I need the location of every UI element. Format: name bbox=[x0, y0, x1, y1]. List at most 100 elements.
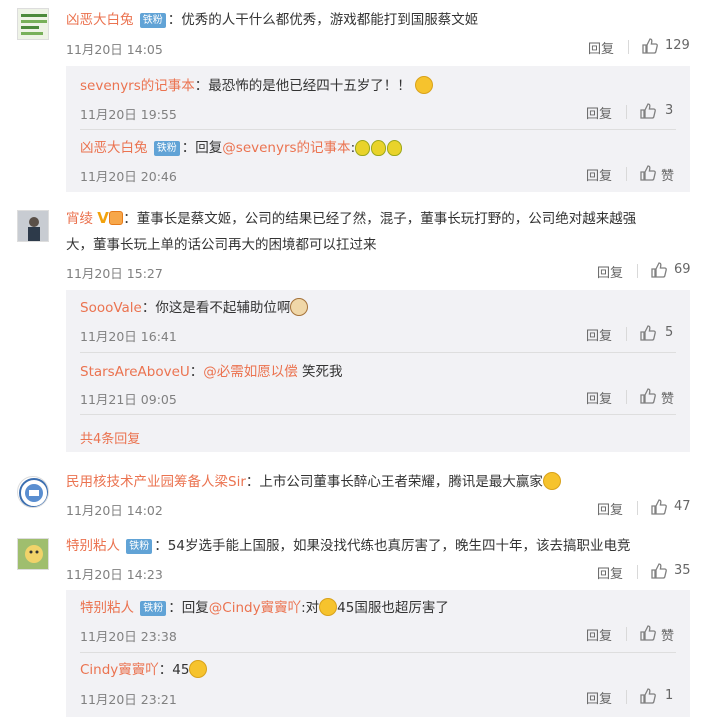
mention-link[interactable]: @sevenyrs的记事本 bbox=[222, 140, 350, 156]
reply-button[interactable]: 回复 bbox=[597, 499, 623, 518]
reply-button[interactable]: 回复 bbox=[586, 103, 612, 122]
reply-divider bbox=[80, 652, 676, 653]
reply-text-line: sevenyrs的记事本：最恐怖的是他已经四十五岁了！！ bbox=[80, 76, 434, 96]
like-count: 69 bbox=[674, 262, 691, 277]
reply-text: 最恐怖的是他已经四十五岁了！！ bbox=[208, 78, 411, 94]
mention-link[interactable]: @Cindy竇竇吖 bbox=[209, 600, 301, 616]
reply-text-line: StarsAreAboveU：@必需如愿以偿 笑死我 bbox=[80, 364, 343, 380]
username[interactable]: sevenyrs的记事本 bbox=[80, 78, 195, 94]
username[interactable]: 宵绫 bbox=[66, 211, 93, 227]
divider bbox=[637, 565, 638, 579]
avatar[interactable] bbox=[17, 8, 49, 40]
reply-button[interactable]: 回复 bbox=[586, 688, 612, 707]
dog-emoji-icon bbox=[290, 298, 309, 316]
username[interactable]: 凶恶大白兔 bbox=[80, 140, 148, 156]
username[interactable]: Cindy竇竇吖 bbox=[80, 662, 159, 678]
divider bbox=[626, 627, 627, 641]
timestamp: 11月20日 14:02 bbox=[66, 503, 163, 518]
comment-text-line: 凶恶大白兔 铁粉 ：优秀的人干什么都优秀，游戏都能打到国服蔡文姬 bbox=[66, 10, 478, 30]
reply-button[interactable]: 回复 bbox=[588, 38, 614, 57]
like-count: 3 bbox=[665, 103, 674, 118]
like-count: 129 bbox=[665, 38, 690, 53]
reply-box: SoooVale：你这是看不起辅助位啊 11月20日 16:41 回复 5 St… bbox=[66, 290, 690, 452]
avatar[interactable] bbox=[17, 210, 49, 242]
mention-link[interactable]: @必需如愿以偿 bbox=[203, 364, 298, 380]
lemon-emoji-icon bbox=[371, 140, 387, 156]
verified-v-icon: V bbox=[97, 209, 109, 227]
timestamp: 11月20日 19:55 bbox=[80, 107, 177, 122]
thumb-up-icon[interactable] bbox=[639, 687, 657, 705]
reply-text-line: 特别粘人 铁粉 ：回复@Cindy竇竇吖:对 45国服也超厉害了 bbox=[80, 598, 449, 616]
like-label: 赞 bbox=[661, 629, 675, 644]
avatar[interactable] bbox=[17, 538, 49, 570]
lemon-emoji-icon bbox=[387, 140, 403, 156]
reply-button[interactable]: 回复 bbox=[586, 165, 612, 184]
comment-text: 54岁选手能上国服，如果没找代练也真厉害了，晚生四十年，该去搞职业电竞 bbox=[167, 538, 631, 554]
reply-divider bbox=[80, 352, 676, 353]
like-count: 5 bbox=[665, 325, 674, 340]
timestamp: 11月20日 16:41 bbox=[80, 329, 177, 344]
reply-divider bbox=[80, 414, 676, 415]
reply-button[interactable]: 回复 bbox=[586, 325, 612, 344]
avatar[interactable] bbox=[17, 476, 49, 508]
thumb-up-icon[interactable] bbox=[641, 37, 659, 55]
comment-text-line: 特别粘人 铁粉 ：54岁选手能上国服，如果没找代练也真厉害了，晚生四十年，该去搞职… bbox=[66, 538, 631, 554]
reply-button[interactable]: 回复 bbox=[586, 388, 612, 407]
member-badge-icon bbox=[109, 211, 124, 225]
fan-badge: 铁粉 bbox=[139, 13, 166, 28]
fan-badge: 铁粉 bbox=[153, 141, 180, 156]
reply-button[interactable]: 回复 bbox=[586, 625, 612, 644]
reply-text-line: Cindy竇竇吖：45 bbox=[80, 660, 208, 680]
comment-text-line: 宵绫 V ：董事长是蔡文姬，公司的结果已经了然，混子，董事长玩打野的，公司绝对越来… bbox=[66, 209, 637, 227]
like-label: 赞 bbox=[661, 392, 675, 407]
laughing-emoji-icon bbox=[189, 660, 208, 678]
reply-button[interactable]: 回复 bbox=[597, 262, 623, 281]
thumb-up-icon[interactable] bbox=[650, 498, 668, 516]
like-count: 47 bbox=[674, 499, 691, 514]
thumb-up-icon[interactable] bbox=[639, 387, 657, 405]
reply-divider bbox=[80, 129, 676, 130]
thumb-up-icon[interactable] bbox=[639, 164, 657, 182]
shocked-emoji-icon bbox=[319, 598, 338, 616]
lemon-emoji-icon bbox=[355, 140, 371, 156]
thumb-up-icon[interactable] bbox=[639, 624, 657, 642]
reply-button[interactable]: 回复 bbox=[597, 563, 623, 582]
thumb-up-icon[interactable] bbox=[639, 324, 657, 342]
comment-text: 上市公司董事长醉心王者荣耀，腾讯是最大赢家 bbox=[259, 474, 543, 490]
like-count: 35 bbox=[674, 563, 691, 578]
comment-text: 董事长是蔡文姬，公司的结果已经了然，混子，董事长玩打野的，公司绝对越来越强 bbox=[136, 211, 637, 227]
laughing-emoji-icon bbox=[415, 76, 434, 94]
timestamp: 11月20日 14:23 bbox=[66, 567, 163, 582]
divider bbox=[637, 501, 638, 515]
comment-text-line-2: 大，董事长玩上单的话公司再大的困境都可以扛过来 bbox=[66, 237, 377, 253]
timestamp: 11月20日 23:21 bbox=[80, 692, 177, 707]
thumb-up-icon[interactable] bbox=[650, 261, 668, 279]
fan-badge: 铁粉 bbox=[140, 601, 167, 616]
thumb-up-icon[interactable] bbox=[639, 102, 657, 120]
divider bbox=[626, 105, 627, 119]
divider bbox=[628, 40, 629, 54]
reply-text: 你这是看不起辅助位啊 bbox=[155, 300, 291, 316]
username[interactable]: StarsAreAboveU bbox=[80, 364, 190, 380]
username[interactable]: 民用核技术产业园筹备人梁Sir bbox=[66, 474, 246, 490]
fan-badge: 铁粉 bbox=[126, 539, 153, 554]
timestamp: 11月20日 15:27 bbox=[66, 266, 163, 281]
username[interactable]: SoooVale bbox=[80, 300, 142, 316]
timestamp: 11月20日 14:05 bbox=[66, 42, 163, 57]
like-count: 1 bbox=[665, 688, 674, 703]
divider bbox=[626, 690, 627, 704]
reply-text: 45 bbox=[172, 662, 190, 678]
divider bbox=[626, 390, 627, 404]
timestamp: 11月21日 09:05 bbox=[80, 392, 177, 407]
comment-text: 优秀的人干什么都优秀，游戏都能打到国服蔡文姬 bbox=[181, 12, 479, 28]
more-replies-link[interactable]: 共4条回复 bbox=[80, 428, 140, 447]
reply-box: 特别粘人 铁粉 ：回复@Cindy竇竇吖:对 45国服也超厉害了 11月20日 23… bbox=[66, 590, 690, 717]
divider bbox=[626, 327, 627, 341]
username[interactable]: 特别粘人 bbox=[80, 600, 134, 616]
username[interactable]: 特别粘人 bbox=[66, 538, 120, 554]
colon: ： bbox=[167, 12, 182, 28]
divider bbox=[637, 264, 638, 278]
timestamp: 11月20日 23:38 bbox=[80, 629, 177, 644]
thumb-up-icon[interactable] bbox=[650, 562, 668, 580]
username[interactable]: 凶恶大白兔 bbox=[66, 12, 134, 28]
